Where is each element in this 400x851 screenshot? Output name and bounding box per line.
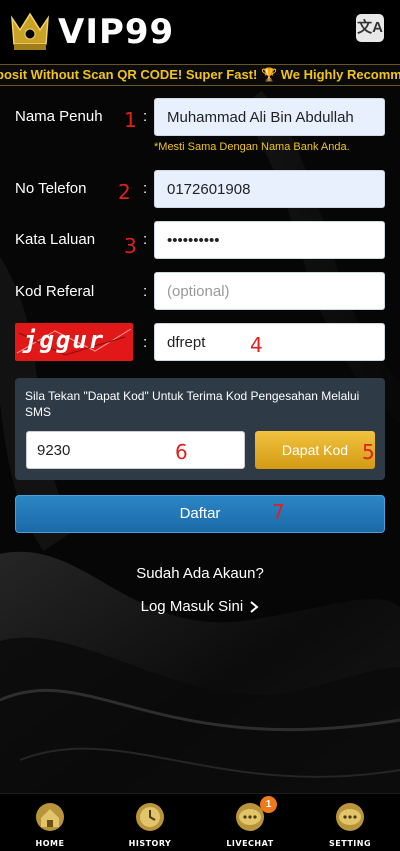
nav-home[interactable]: HOME	[0, 794, 100, 851]
captcha-text: jggur x	[23, 326, 106, 361]
full-name-label: Nama Penuh	[15, 108, 103, 125]
bottom-navigation: HOME HISTORY 1 LIVECHAT SETTING	[0, 793, 400, 851]
login-link[interactable]: Log Masuk Sini	[0, 598, 400, 615]
full-name-input[interactable]	[154, 98, 385, 136]
referral-label: Kod Referal	[15, 283, 95, 300]
sms-code-input[interactable]	[26, 431, 245, 469]
login-link-text: Log Masuk Sini	[140, 598, 244, 615]
annotation-number-5: 5	[362, 440, 375, 464]
nav-livechat[interactable]: 1 LIVECHAT	[200, 794, 300, 851]
nav-history[interactable]: HISTORY	[100, 794, 200, 851]
full-name-hint: *Mesti Sama Dengan Nama Bank Anda.	[154, 141, 350, 153]
clock-icon	[136, 803, 164, 831]
nav-home-label: HOME	[35, 839, 65, 848]
colon: :	[143, 334, 148, 351]
password-input[interactable]	[154, 221, 385, 259]
nav-setting-label: SETTING	[328, 839, 372, 848]
home-icon	[36, 803, 64, 831]
colon: :	[143, 283, 148, 300]
marquee-text: posit Without Scan QR CODE! Super Fast! …	[0, 67, 400, 82]
colon: :	[143, 231, 148, 248]
referral-input[interactable]	[154, 272, 385, 310]
annotation-number-1: 1	[124, 108, 137, 132]
phone-input[interactable]	[154, 170, 385, 208]
login-question: Sudah Ada Akaun?	[136, 565, 264, 582]
notification-badge: 1	[260, 796, 277, 813]
header: VIP99 文A	[0, 0, 400, 64]
sms-instruction: Sila Tekan "Dapat Kod" Untuk Terima Kod …	[25, 389, 360, 419]
colon: :	[143, 180, 148, 197]
annotation-number-3: 3	[124, 234, 137, 258]
colon: :	[143, 108, 148, 125]
phone-label: No Telefon	[15, 180, 87, 197]
captcha-input[interactable]	[154, 323, 385, 361]
annotation-number-7: 7	[272, 500, 285, 524]
nav-setting[interactable]: SETTING	[300, 794, 400, 851]
get-code-button[interactable]: Dapat Kod	[255, 431, 375, 469]
register-button-label: Daftar	[179, 505, 221, 522]
brand-logo-text: VIP99	[58, 12, 175, 52]
sms-verification-panel: Sila Tekan "Dapat Kod" Untuk Terima Kod …	[15, 378, 385, 480]
password-label: Kata Laluan	[15, 231, 96, 248]
annotation-number-2: 2	[118, 180, 131, 204]
announcement-marquee: posit Without Scan QR CODE! Super Fast! …	[0, 64, 400, 86]
annotation-number-6: 6	[175, 440, 188, 464]
annotation-number-4: 4	[250, 333, 263, 357]
register-button[interactable]: Daftar	[15, 495, 385, 533]
chevron-right-icon	[250, 601, 259, 613]
translate-icon[interactable]: 文A	[356, 14, 384, 42]
settings-icon	[336, 803, 364, 831]
nav-livechat-label: LIVECHAT	[226, 839, 274, 848]
nav-history-label: HISTORY	[128, 839, 172, 848]
captcha-image[interactable]: jggur x	[15, 323, 133, 361]
